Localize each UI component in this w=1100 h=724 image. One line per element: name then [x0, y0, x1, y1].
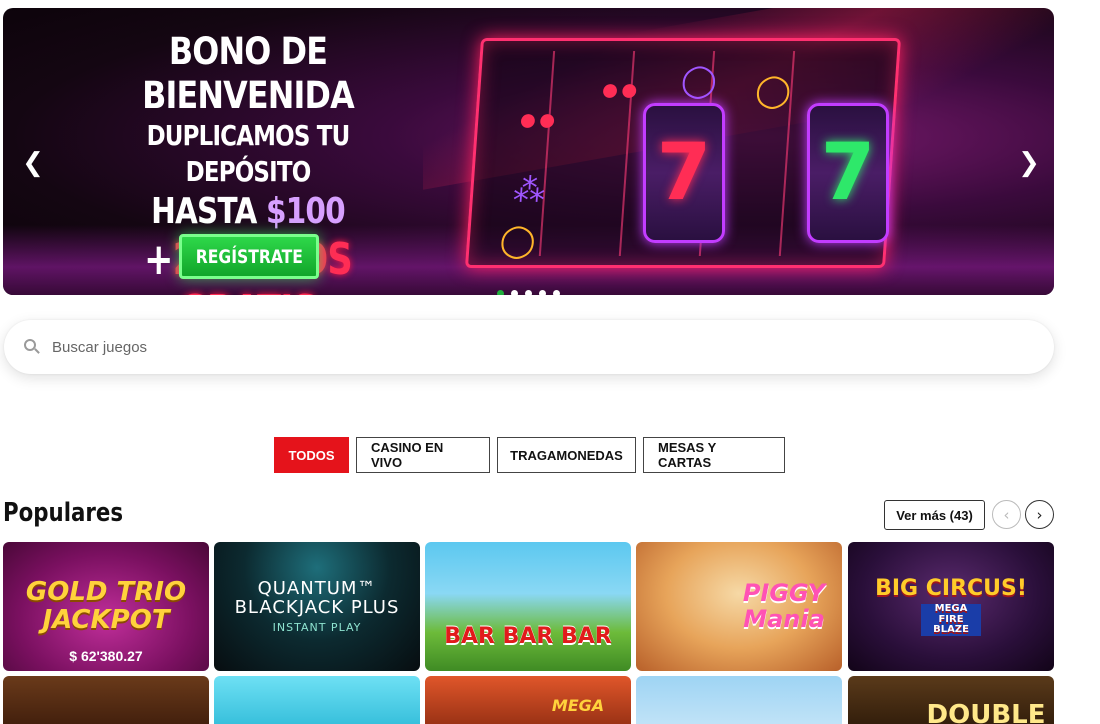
game-title: QUANTUM™ BLACKJACK PLUS	[234, 577, 400, 618]
game-title: BIG CIRCUS!	[875, 576, 1027, 602]
game-tile[interactable]	[636, 676, 842, 724]
chevron-left-icon[interactable]: ❮	[21, 148, 45, 178]
search-icon-handle	[34, 348, 40, 354]
game-tile[interactable]	[214, 676, 420, 724]
see-more-button[interactable]: Ver más (43)	[884, 500, 985, 530]
register-button-label: REGÍSTRATE	[195, 245, 303, 268]
game-tile-quantum-blackjack[interactable]: QUANTUM™ BLACKJACK PLUS INSTANT PLAY	[214, 542, 420, 671]
game-tile-bar-bar-bar[interactable]: BAR BAR BAR	[425, 542, 631, 671]
search-icon	[24, 339, 40, 355]
tab-tragamonedas[interactable]: TRAGAMONEDAS	[497, 437, 636, 473]
game-tile-piggy-mania[interactable]: PIGGY Mania	[636, 542, 842, 671]
category-tabs: TODOS CASINO EN VIVO TRAGAMONEDAS MESAS …	[274, 437, 785, 473]
game-title: GOLD TRIO JACKPOT	[25, 577, 187, 635]
banner-line-1: BONO DE BIENVENIDA	[142, 30, 355, 117]
promo-banner[interactable]: ●● ●● ◯ ◯ ●● ⁂ ◯ 7 7 7 BONO DE BIENVENID…	[3, 8, 1054, 295]
lemon-icon: ◯	[498, 222, 537, 258]
banner-line-2: DUPLICAMOS TU DEPÓSITO	[146, 119, 351, 188]
game-subtitle: INSTANT PLAY	[272, 620, 362, 634]
carousel-dot-active[interactable]	[497, 290, 504, 295]
grapes-icon: ⁂	[512, 172, 547, 208]
search-input[interactable]	[52, 338, 952, 356]
reel-seven: 7	[643, 103, 725, 243]
carousel-dot[interactable]	[553, 290, 560, 295]
game-subtitle: MEGA FIRE BLAZE	[921, 604, 981, 636]
section-title: Populares	[3, 498, 124, 528]
tab-mesas-y-cartas[interactable]: MESAS Y CARTAS	[643, 437, 785, 473]
game-title-wrap: BIG CIRCUS! MEGA FIRE BLAZE	[875, 577, 1027, 636]
casino-page: ●● ●● ◯ ◯ ●● ⁂ ◯ 7 7 7 BONO DE BIENVENID…	[0, 0, 1100, 724]
jackpot-amount: $ 62'380.27	[69, 648, 143, 664]
chevron-right-icon[interactable]: ›	[1025, 500, 1054, 529]
cherry-icon: ●●	[517, 101, 559, 137]
game-tile[interactable]: MEGA	[425, 676, 631, 724]
carousel-dot[interactable]	[539, 290, 546, 295]
carousel-dots	[497, 290, 560, 295]
game-tile-big-circus[interactable]: BIG CIRCUS! MEGA FIRE BLAZE	[848, 542, 1054, 671]
carousel-dot[interactable]	[525, 290, 532, 295]
search-bar[interactable]	[4, 320, 1054, 374]
banner-amount: $100	[265, 191, 346, 232]
game-tile[interactable]: DOUBLE	[848, 676, 1054, 724]
game-tile[interactable]	[3, 676, 209, 724]
register-button[interactable]: REGÍSTRATE	[179, 234, 319, 279]
tab-casino-en-vivo[interactable]: CASINO EN VIVO	[356, 437, 490, 473]
game-title: BAR BAR BAR	[444, 623, 612, 649]
game-title: MEGA	[551, 695, 605, 715]
lemon-icon: ◯	[679, 62, 719, 98]
carousel-dot[interactable]	[511, 290, 518, 295]
chevron-left-icon[interactable]: ‹	[992, 500, 1021, 529]
game-title: PIGGY Mania	[742, 579, 826, 633]
chevron-right-icon[interactable]: ❯	[1017, 148, 1041, 178]
banner-line-3-prefix: HASTA	[151, 191, 266, 232]
game-tile-gold-trio-jackpot[interactable]: GOLD TRIO JACKPOT $ 62'380.27	[3, 542, 209, 671]
cherry-icon: ●●	[599, 71, 641, 107]
reel-seven: 7	[807, 103, 889, 243]
game-title: DOUBLE	[926, 700, 1046, 724]
lemon-icon: ◯	[754, 72, 793, 108]
game-title-wrap: QUANTUM™ BLACKJACK PLUS INSTANT PLAY	[214, 577, 420, 634]
tab-todos[interactable]: TODOS	[274, 437, 349, 473]
banner-plus: +	[144, 234, 173, 285]
banner-line-3: HASTA $100	[113, 190, 384, 234]
